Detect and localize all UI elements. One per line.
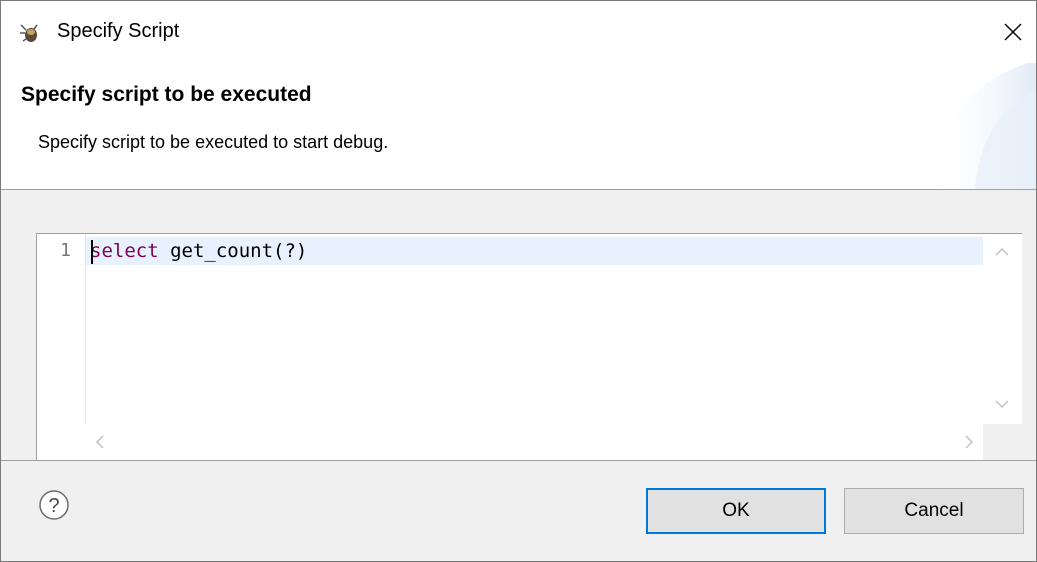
close-icon [1004, 23, 1022, 41]
close-button[interactable] [996, 13, 1030, 51]
window-title: Specify Script [57, 20, 180, 42]
code-area[interactable]: select get_count(?) [86, 234, 983, 424]
vertical-scrollbar[interactable] [983, 234, 1022, 424]
code-line: select get_count(?) [90, 240, 307, 262]
banner-decoration [930, 63, 1036, 189]
banner-description: Specify script to be executed to start d… [38, 132, 389, 152]
text-caret [91, 240, 93, 264]
line-number-gutter: 1 [37, 234, 86, 424]
line-number: 1 [60, 240, 71, 261]
script-editor[interactable]: 1 select get_count(?) [36, 233, 1022, 460]
svg-text:?: ? [48, 495, 59, 517]
scroll-left-icon[interactable] [94, 435, 104, 453]
debug-bug-icon [17, 21, 41, 45]
code-text: get_count(?) [158, 240, 308, 262]
scroll-down-icon[interactable] [995, 398, 1009, 414]
scroll-up-icon[interactable] [995, 244, 1009, 260]
header-banner: Specify script to be executed Specify sc… [1, 63, 1036, 189]
banner-title: Specify script to be executed [21, 83, 312, 106]
scroll-corner [983, 424, 1022, 460]
help-question-icon: ? [39, 490, 69, 520]
cancel-button[interactable]: Cancel [844, 488, 1024, 534]
scroll-right-icon[interactable] [965, 435, 975, 453]
help-button[interactable]: ? [38, 489, 70, 521]
specify-script-dialog: Specify Script Specify script to be exec… [0, 0, 1037, 562]
horizontal-scrollbar[interactable] [86, 424, 983, 460]
gutter-filler [37, 424, 85, 460]
sql-keyword: select [90, 240, 159, 262]
title-bar: Specify Script [1, 1, 1036, 63]
banner-divider [1, 189, 1036, 190]
footer-divider [1, 460, 1036, 461]
ok-button[interactable]: OK [646, 488, 826, 534]
